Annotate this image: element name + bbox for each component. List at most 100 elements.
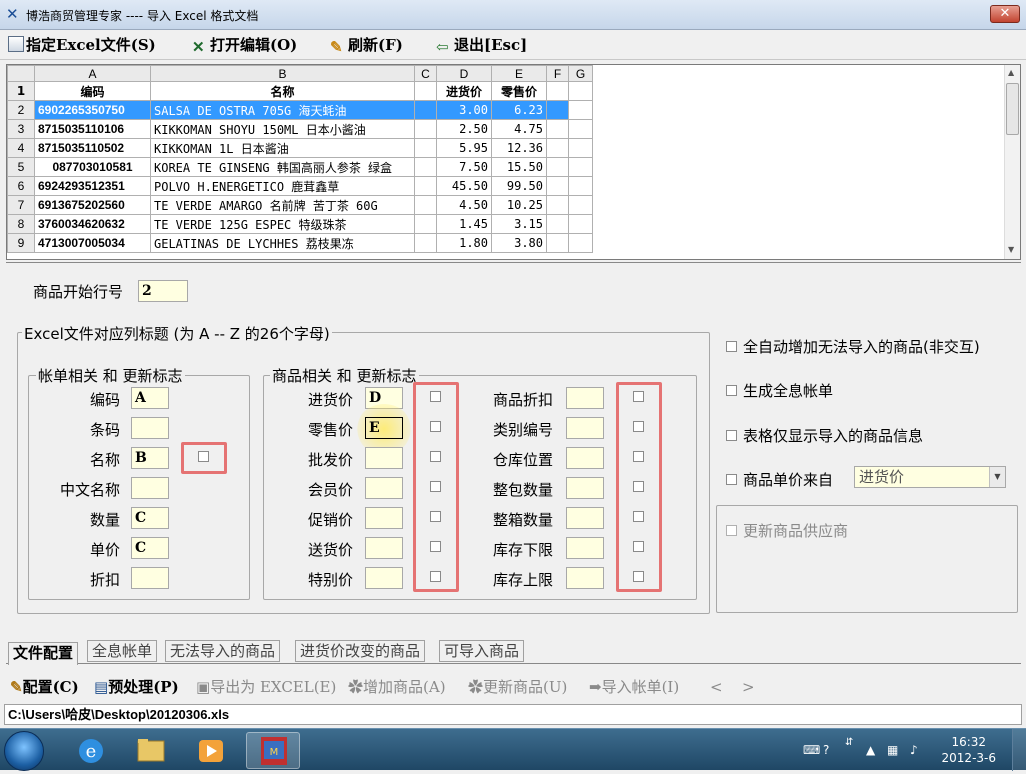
start-row-input[interactable]: 2 [138, 280, 188, 302]
unit-price-source-checkbox[interactable] [726, 474, 737, 485]
cell-name[interactable]: SALSA DE OSTRA 705G 海天蚝油 [150, 100, 415, 120]
cell-g[interactable] [568, 100, 593, 120]
media-player-icon[interactable] [184, 732, 238, 769]
bill-cn-name-input[interactable] [131, 477, 169, 499]
update-supplier-option[interactable]: 更新商品供应商 [726, 520, 848, 541]
cell-c[interactable] [414, 119, 437, 139]
preprocess-button[interactable]: ▤预处理(P) [94, 676, 179, 698]
cell-code[interactable]: 087703010581 [34, 157, 151, 177]
scroll-up-icon[interactable]: ▲ [1008, 68, 1014, 77]
bill-barcode-input[interactable] [131, 417, 169, 439]
cell-buy[interactable]: 4.50 [436, 195, 492, 215]
cell-g[interactable] [568, 138, 593, 158]
update-checkbox[interactable] [430, 571, 441, 582]
cell-buy[interactable]: 1.45 [436, 214, 492, 234]
tray-arrow-icon[interactable]: ⇵ [845, 737, 853, 748]
cell-code[interactable]: 4713007005034 [34, 233, 151, 253]
cell-code[interactable]: 8715035110106 [34, 119, 151, 139]
table-row[interactable]: 6 6924293512351 POLVO H.ENERGETICO 鹿茸鑫草 … [7, 176, 593, 196]
network-icon[interactable]: ▦ [887, 743, 898, 757]
cell-f[interactable] [546, 138, 569, 158]
cell-name[interactable]: KOREA TE GINSENG 韩国高丽人参茶 绿盒 [150, 157, 415, 177]
cell-code[interactable]: 6924293512351 [34, 176, 151, 196]
cell-name[interactable]: TE VERDE AMARGO 名前牌 苦丁茶 60G [150, 195, 415, 215]
table-row[interactable]: 1 编码 名称 进货价 零售价 [7, 81, 593, 101]
update-goods-button[interactable]: ✿更新商品(U) [468, 676, 567, 698]
cell-c[interactable] [414, 157, 437, 177]
bill-name-update-checkbox[interactable] [198, 451, 209, 462]
goods-stock-max-input[interactable] [566, 567, 604, 589]
goods-location-input[interactable] [566, 447, 604, 469]
cell-code[interactable]: 6913675202560 [34, 195, 151, 215]
scroll-thumb[interactable] [1006, 83, 1019, 135]
goods-promo-price-input[interactable] [365, 507, 403, 529]
cell-buy[interactable]: 1.80 [436, 233, 492, 253]
cell-g[interactable] [568, 233, 593, 253]
cell-buy[interactable]: 45.50 [436, 176, 492, 196]
cell-f[interactable] [546, 81, 569, 101]
refresh-button[interactable]: ✎ 刷新(F) [330, 34, 403, 56]
spreadsheet-grid[interactable]: A B C D E F G 1 编码 名称 进货价 零售价 2 69022653… [6, 64, 1021, 260]
goods-member-price-input[interactable] [365, 477, 403, 499]
show-imported-only-option[interactable]: 表格仅显示导入的商品信息 [726, 425, 923, 446]
update-checkbox[interactable] [430, 541, 441, 552]
start-button[interactable] [4, 731, 44, 771]
show-imported-only-checkbox[interactable] [726, 430, 737, 441]
table-row[interactable]: 3 8715035110106 KIKKOMAN SHOYU 150ML 日本小… [7, 119, 593, 139]
import-bill-button[interactable]: ➡导入帐单(I) [589, 676, 679, 698]
chevron-down-icon[interactable]: ▼ [989, 467, 1005, 487]
specify-file-button[interactable]: 指定Excel文件(S) [8, 34, 156, 56]
cell-code[interactable]: 6902265350750 [34, 100, 151, 120]
column-header[interactable]: G [568, 65, 593, 82]
goods-special-price-input[interactable] [365, 567, 403, 589]
update-checkbox[interactable] [430, 451, 441, 462]
cell-f[interactable] [546, 195, 569, 215]
clock[interactable]: 16:32 2012-3-6 [942, 734, 996, 766]
tab-file-config[interactable]: 文件配置 [8, 642, 79, 665]
prev-button[interactable]: < [710, 676, 723, 698]
cell-name[interactable]: POLVO H.ENERGETICO 鹿茸鑫草 [150, 176, 415, 196]
cell-buy[interactable]: 3.00 [436, 100, 492, 120]
vertical-scrollbar[interactable]: ▲ ▼ [1004, 65, 1020, 259]
ie-icon[interactable]: e [64, 732, 118, 769]
config-button[interactable]: ✎配置(C) [10, 676, 79, 698]
auto-add-option[interactable]: 全自动增加无法导入的商品(非交互) [726, 336, 980, 357]
tab-importable[interactable]: 可导入商品 [439, 640, 525, 662]
bill-qty-input[interactable]: C [131, 507, 169, 529]
cell-code[interactable]: 编码 [34, 81, 151, 101]
column-header[interactable]: E [491, 65, 547, 82]
cell-f[interactable] [546, 214, 569, 234]
update-supplier-checkbox[interactable] [726, 525, 737, 536]
column-header[interactable]: C [414, 65, 437, 82]
help-icon[interactable]: ? [823, 743, 829, 757]
close-button[interactable]: ✕ [990, 5, 1020, 23]
bill-price-input[interactable]: C [131, 537, 169, 559]
update-checkbox[interactable] [430, 481, 441, 492]
cell-name[interactable]: KIKKOMAN 1L 日本酱油 [150, 138, 415, 158]
keyboard-icon[interactable]: ⌨ [803, 743, 820, 757]
update-checkbox[interactable] [430, 511, 441, 522]
cell-sell[interactable]: 12.36 [491, 138, 547, 158]
bill-name-input[interactable]: B [131, 447, 169, 469]
update-checkbox[interactable] [633, 391, 644, 402]
show-desktop-button[interactable] [1012, 729, 1026, 771]
export-excel-button[interactable]: ▣导出为 EXCEL(E) [196, 676, 336, 698]
full-bill-option[interactable]: 生成全息帐单 [726, 380, 833, 401]
cell-f[interactable] [546, 157, 569, 177]
table-row[interactable]: 4 8715035110502 KIKKOMAN 1L 日本酱油 5.95 12… [7, 138, 593, 158]
cell-c[interactable] [414, 233, 437, 253]
table-row[interactable]: 2 6902265350750 SALSA DE OSTRA 705G 海天蚝油… [7, 100, 593, 120]
cell-f[interactable] [546, 100, 569, 120]
cell-buy[interactable]: 7.50 [436, 157, 492, 177]
cell-c[interactable] [414, 81, 437, 101]
tab-unimportable[interactable]: 无法导入的商品 [165, 640, 281, 662]
update-checkbox[interactable] [633, 541, 644, 552]
cell-buy[interactable]: 进货价 [436, 81, 492, 101]
update-checkbox[interactable] [633, 451, 644, 462]
cell-buy[interactable]: 2.50 [436, 119, 492, 139]
tab-full-bill[interactable]: 全息帐单 [87, 640, 158, 662]
update-checkbox[interactable] [430, 391, 441, 402]
price-source-select[interactable]: 进货价 ▼ [854, 466, 1006, 488]
cell-name[interactable]: 名称 [150, 81, 415, 101]
cell-name[interactable]: KIKKOMAN SHOYU 150ML 日本小酱油 [150, 119, 415, 139]
